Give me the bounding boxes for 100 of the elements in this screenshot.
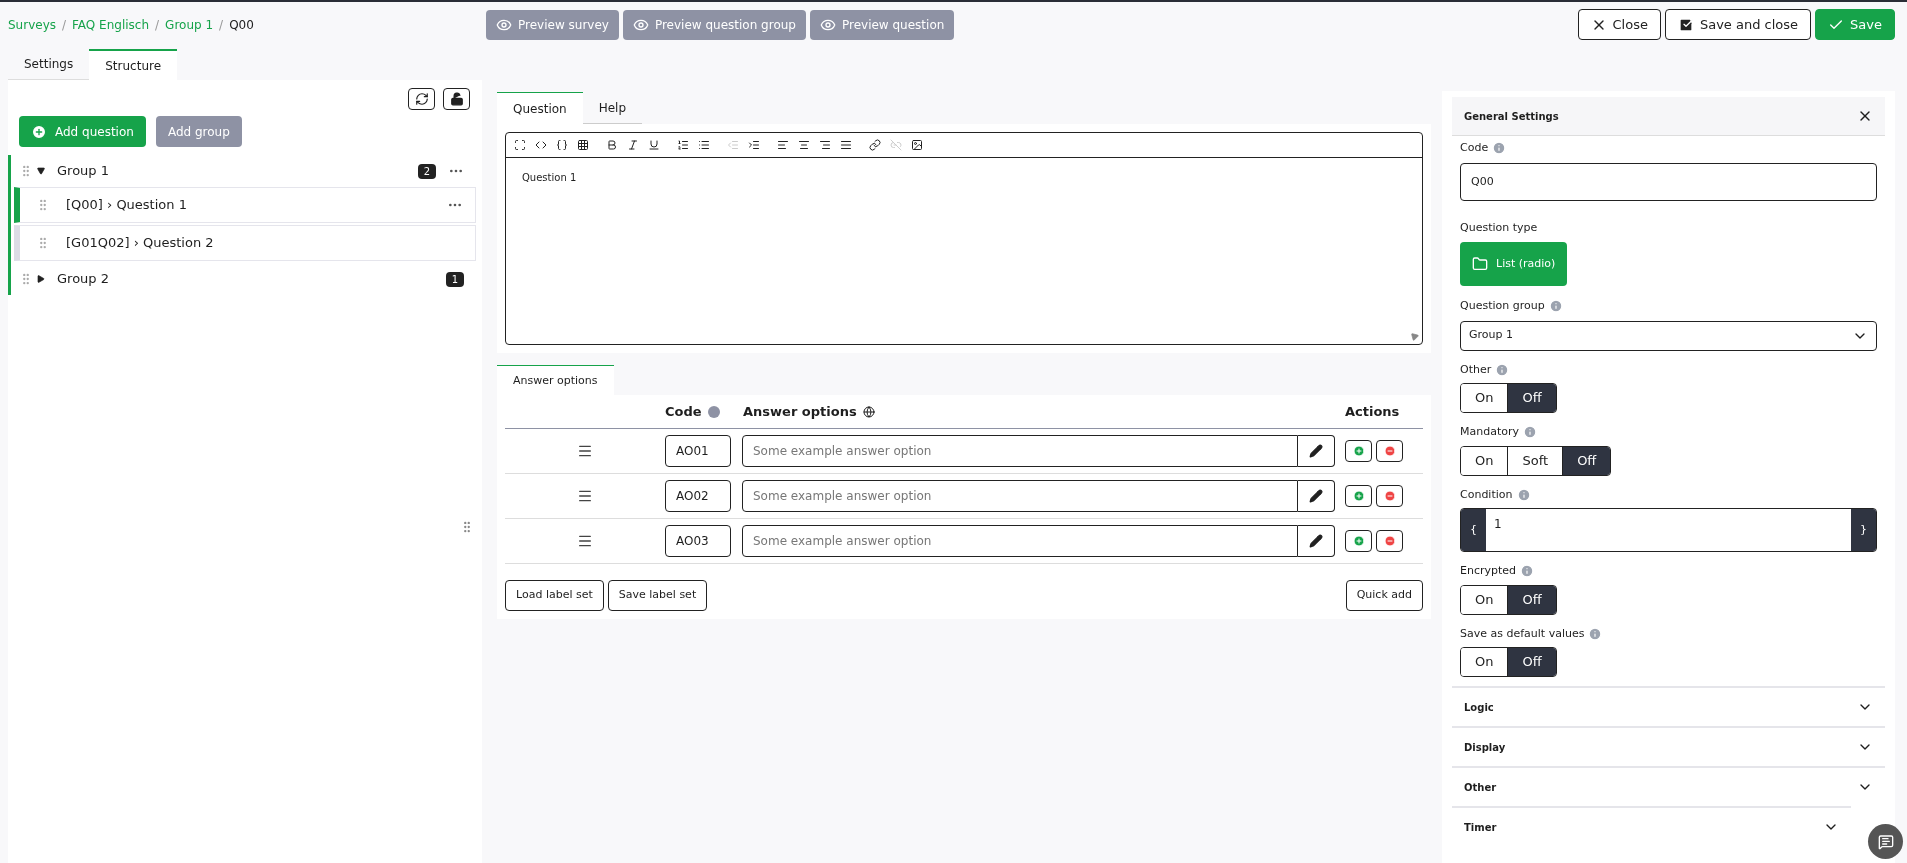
question-group-select[interactable]: Group 1 [1460, 320, 1877, 351]
help-icon [1877, 833, 1894, 850]
toolbar-align-right-icon[interactable] [819, 139, 831, 151]
minus-icon [1383, 445, 1396, 457]
question-label: [Q00] › Question 1 [66, 196, 187, 215]
answer-input[interactable]: Some example answer option [742, 480, 1298, 512]
toggle-option[interactable]: Off [1507, 648, 1556, 676]
plus-icon [31, 123, 47, 140]
accordion-header[interactable]: Display [1452, 726, 1885, 766]
toolbar-indent-icon[interactable] [748, 139, 760, 151]
toolbar-bold-icon[interactable] [606, 139, 618, 151]
quick-add-button[interactable]: Quick add [1345, 580, 1423, 611]
brace-label: { [1461, 509, 1486, 551]
label-set-button[interactable]: Load label set [505, 580, 604, 611]
save-and-close-button[interactable]: Save and close [1664, 9, 1812, 40]
toolbar-image-icon[interactable] [911, 139, 923, 151]
code-field[interactable]: AO03 [665, 525, 731, 557]
toggle-option[interactable]: Off [1507, 384, 1556, 412]
accordion-header[interactable]: Other [1452, 766, 1885, 806]
toolbar-italic-icon[interactable] [627, 139, 639, 151]
plus-icon [1352, 490, 1365, 502]
tab[interactable]: Answer options [497, 365, 614, 395]
drag-handle-icon[interactable] [577, 488, 593, 504]
column-header: Actions [1345, 402, 1401, 421]
editor-content[interactable]: Question 1 [506, 158, 1422, 185]
add-row-button[interactable] [1345, 530, 1372, 552]
question-row[interactable]: [Q00] › Question 1 [14, 187, 476, 223]
breadcrumb-separator: / [155, 16, 160, 34]
condition-value: 1 [1493, 516, 1503, 533]
field-label: Question type [1460, 219, 1539, 236]
question-label: [G01Q02] › Question 2 [66, 234, 214, 253]
toolbar-numbered-icon[interactable] [677, 139, 689, 151]
answer-input[interactable]: Some example answer option [742, 435, 1298, 467]
count-badge: 2 [417, 163, 436, 179]
plus-icon [1352, 445, 1365, 457]
sync-button[interactable] [408, 88, 435, 110]
remove-row-button[interactable] [1376, 440, 1403, 462]
toggle-option[interactable]: Off [1562, 446, 1611, 475]
code-field[interactable]: AO02 [665, 480, 731, 512]
field-label: Encrypted [1460, 563, 1877, 580]
tab[interactable]: Question [497, 92, 583, 124]
add-row-button[interactable] [1345, 440, 1372, 462]
toolbar-link-icon[interactable] [869, 139, 881, 151]
remove-row-button[interactable] [1376, 485, 1403, 507]
group-row[interactable]: Group 1 2 [11, 155, 476, 187]
close-button[interactable]: Close [1577, 9, 1661, 40]
edit-button[interactable] [1298, 435, 1335, 467]
folder-icon [1472, 256, 1488, 272]
column-header: Answer options [743, 401, 1345, 422]
field-label: Mandatory [1460, 424, 1877, 441]
toolbar-fullscreen-icon[interactable] [514, 139, 526, 151]
breadcrumb-separator: / [219, 16, 224, 34]
edit-button[interactable] [1298, 525, 1335, 557]
caret-right-icon[interactable] [37, 275, 45, 283]
lock-button[interactable] [443, 88, 470, 110]
tab[interactable]: Structure [89, 49, 178, 80]
toolbar-align-left-icon[interactable] [777, 139, 789, 151]
group-row[interactable]: Group 2 1 [11, 263, 476, 295]
accordion-header[interactable]: Logic [1452, 686, 1885, 726]
drag-handle-icon[interactable] [577, 533, 593, 549]
toolbar-bulleted-icon[interactable] [698, 139, 710, 151]
lock-icon [449, 92, 464, 106]
drag-handle-icon[interactable] [577, 443, 593, 459]
remove-row-button[interactable] [1376, 530, 1403, 552]
globe-icon [862, 405, 875, 418]
toolbar-source-icon[interactable] [535, 139, 547, 151]
toolbar-align-center-icon[interactable] [798, 139, 810, 151]
field-label: Condition [1460, 486, 1877, 503]
field-label: Other [1460, 361, 1877, 378]
edit-button[interactable] [1298, 480, 1335, 512]
section-title: Logic [1464, 700, 1494, 715]
code-field[interactable]: AO01 [665, 435, 731, 467]
add-row-button[interactable] [1345, 485, 1372, 507]
code-input[interactable]: Q00 [1460, 162, 1877, 201]
panel-title: General Settings [1464, 109, 1559, 124]
toolbar-expression-icon[interactable] [556, 139, 568, 151]
field-label: Question group [1460, 298, 1877, 315]
label-set-button[interactable]: Save label set [607, 580, 708, 611]
section-title: Other [1464, 780, 1497, 795]
pencil-icon [1309, 489, 1323, 503]
toolbar-justify-icon[interactable] [840, 139, 852, 151]
accordion-header[interactable]: Timer [1452, 806, 1851, 846]
toolbar-underline-icon[interactable] [648, 139, 660, 151]
sync-icon [414, 92, 429, 106]
field-label: Code [1460, 140, 1877, 157]
column-header: Code [665, 401, 743, 422]
pencil-icon [1309, 534, 1323, 548]
plus-icon [1352, 535, 1365, 547]
minus-icon [1383, 535, 1396, 547]
count-badge: 1 [445, 271, 464, 287]
caret-down-icon[interactable] [37, 167, 45, 175]
breadcrumb-current: Q00 [229, 16, 254, 34]
resize-grip-icon[interactable] [1408, 330, 1420, 342]
question-row[interactable]: [G01Q02] › Question 2 [14, 225, 476, 261]
pencil-icon [1309, 444, 1323, 458]
answer-input[interactable]: Some example answer option [742, 525, 1298, 557]
condition-field[interactable]: { 1 } [1460, 508, 1877, 552]
toolbar-table-icon[interactable] [577, 139, 589, 151]
minus-icon [1383, 490, 1396, 502]
toggle-option[interactable]: Off [1507, 585, 1556, 614]
